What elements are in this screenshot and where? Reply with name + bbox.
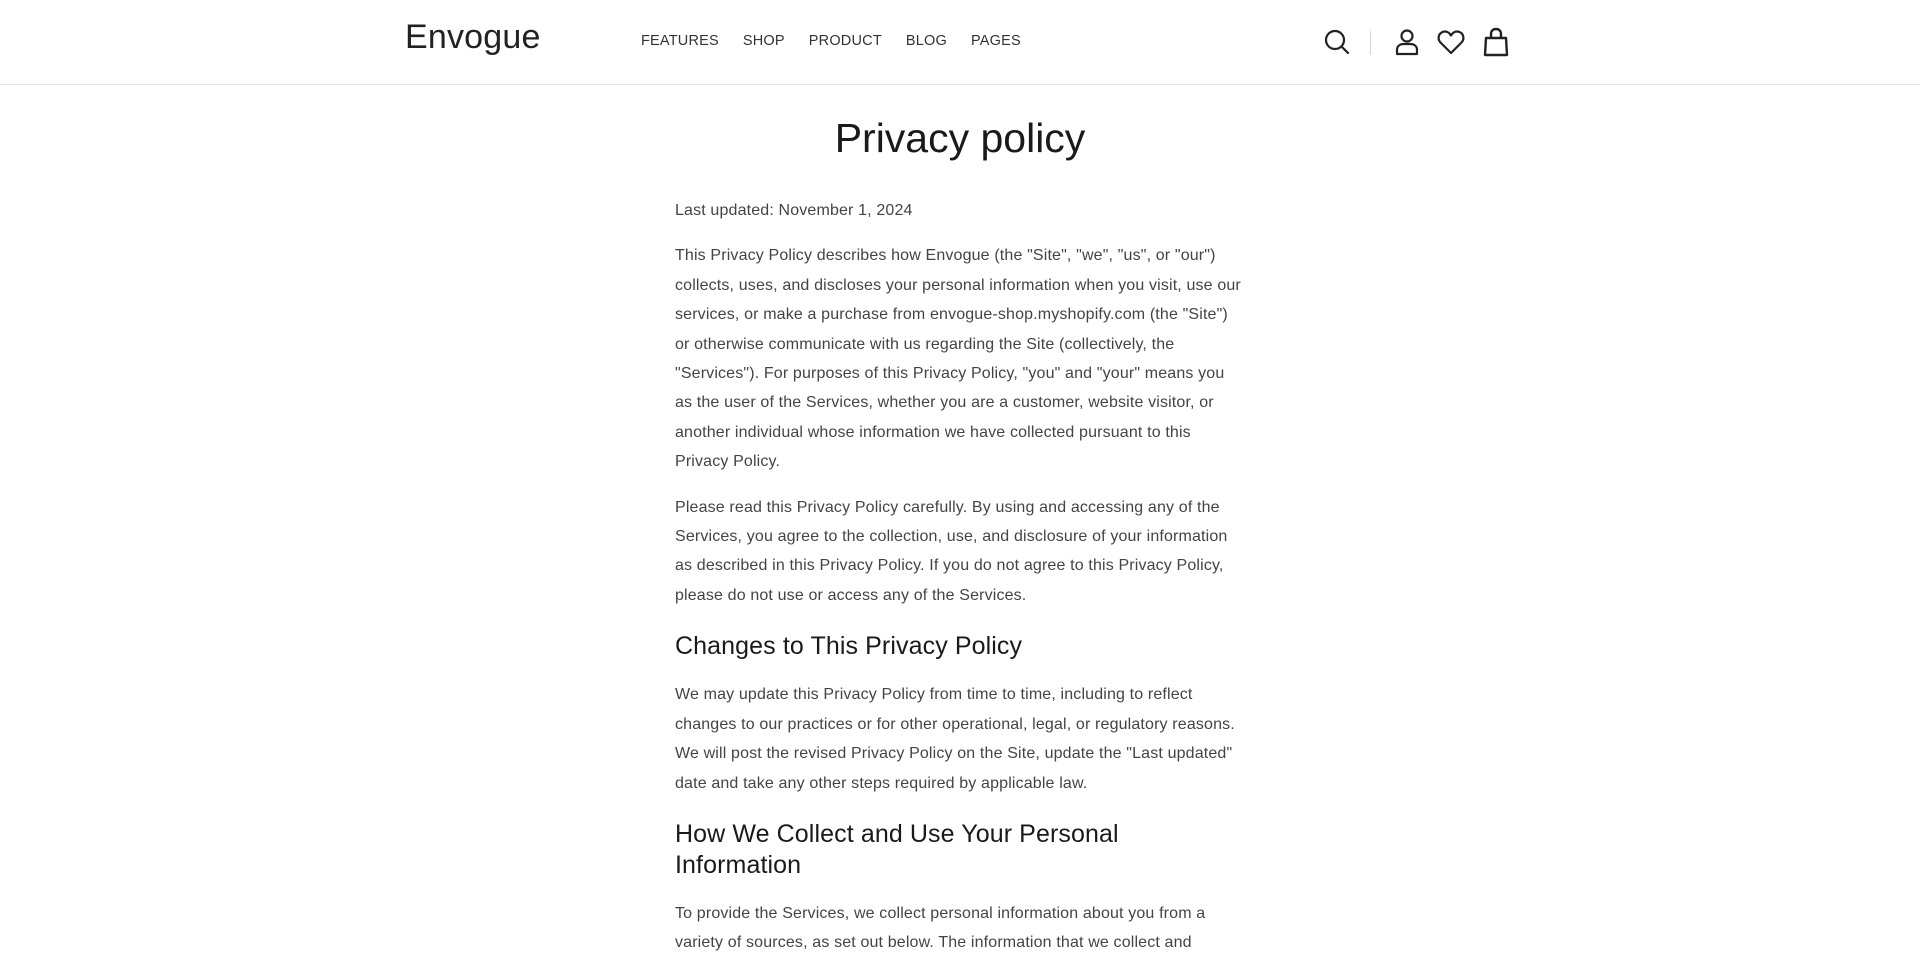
- cart-icon[interactable]: [1481, 27, 1511, 57]
- policy-body: Last updated: November 1, 2024 This Priv…: [675, 196, 1245, 974]
- nav-item-blog[interactable]: BLOG: [906, 33, 947, 49]
- search-icon[interactable]: [1322, 27, 1352, 57]
- section-heading-changes: Changes to This Privacy Policy: [675, 632, 1023, 661]
- site-logo[interactable]: Envogue: [405, 18, 541, 57]
- nav-item-shop[interactable]: SHOP: [743, 33, 785, 49]
- wishlist-icon[interactable]: [1436, 27, 1466, 57]
- consent-paragraph: Please read this Privacy Policy carefull…: [675, 498, 1228, 604]
- nav-item-features[interactable]: FEATURES: [641, 33, 719, 49]
- nav-item-product[interactable]: PRODUCT: [809, 33, 882, 49]
- section-text-changes: We may update this Privacy Policy from t…: [675, 686, 1235, 792]
- nav-item-pages[interactable]: PAGES: [971, 33, 1021, 49]
- main-nav: FEATURES SHOP PRODUCT BLOG PAGES: [641, 33, 1045, 49]
- page-title: Privacy policy: [834, 115, 1086, 161]
- site-header: Envogue FEATURES SHOP PRODUCT BLOG PAGES: [0, 0, 1920, 85]
- section-text-collect: To provide the Services, we collect pers…: [675, 904, 1206, 952]
- icon-divider: [1370, 31, 1371, 55]
- intro-paragraph: This Privacy Policy describes how Envogu…: [675, 247, 1241, 471]
- account-icon[interactable]: [1392, 27, 1422, 57]
- last-updated: Last updated: November 1, 2024: [675, 202, 913, 219]
- section-heading-collect: How We Collect and Use Your Personal Inf…: [675, 819, 1119, 879]
